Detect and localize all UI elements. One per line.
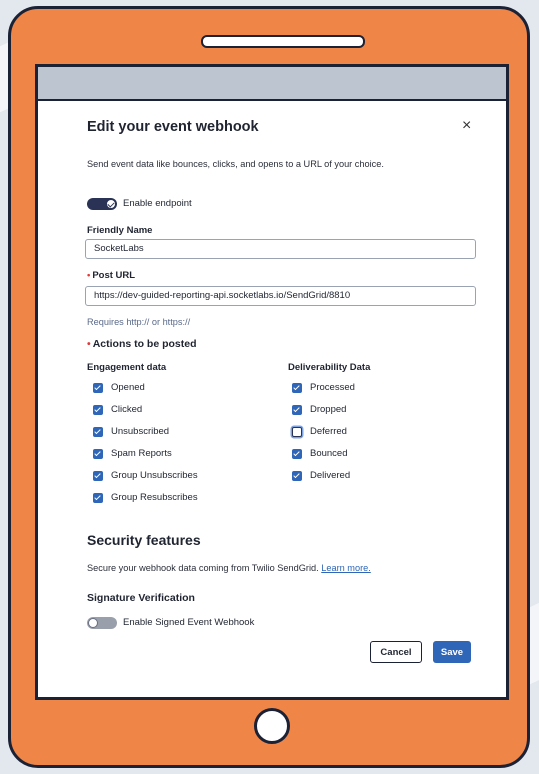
post-url-label-text: Post URL [92,270,136,281]
checkbox-group-resubscribes[interactable]: Group Resubscribes [93,492,198,503]
cancel-button[interactable]: Cancel [370,641,422,663]
deliverability-header: Deliverability Data [288,362,371,373]
signed-webhook-toggle[interactable] [87,617,117,629]
checkbox-checked-icon [93,448,103,459]
enable-endpoint-label: Enable endpoint [123,198,192,209]
required-marker: • [87,338,91,350]
checkbox-label: Processed [310,382,355,393]
friendly-name-input[interactable]: SocketLabs [85,239,476,259]
checkbox-group-unsubscribes[interactable]: Group Unsubscribes [93,470,198,481]
post-url-input[interactable]: https://dev-guided-reporting-api.socketl… [85,286,476,306]
save-button[interactable]: Save [433,641,471,663]
checkbox-checked-icon [93,404,103,415]
checkbox-checked-icon [292,448,302,459]
checkbox-processed[interactable]: Processed [292,382,355,393]
checkbox-unsubscribed[interactable]: Unsubscribed [93,426,169,437]
engagement-header: Engagement data [87,362,167,373]
checkbox-clicked[interactable]: Clicked [93,404,142,415]
check-icon [106,199,116,209]
checkbox-checked-icon [93,470,103,481]
checkbox-dropped[interactable]: Dropped [292,404,346,415]
checkbox-label: Opened [111,382,145,393]
checkbox-delivered[interactable]: Delivered [292,470,350,481]
checkbox-label: Clicked [111,404,143,415]
modal-description: Send event data like bounces, clicks, an… [87,159,384,169]
checkbox-label: Dropped [310,404,347,415]
checkbox-checked-icon [93,492,103,503]
modal-title: Edit your event webhook [87,119,259,135]
checkbox-checked-icon [93,426,103,437]
tablet-speaker [201,35,365,48]
signed-webhook-label: Enable Signed Event Webhook [123,617,255,628]
checkbox-label: Group Resubscribes [111,492,198,503]
friendly-name-label: Friendly Name [87,225,153,236]
checkbox-label: Spam Reports [111,448,172,459]
security-title: Security features [87,532,201,548]
checkbox-spam-reports[interactable]: Spam Reports [93,448,172,459]
checkbox-label: Delivered [310,470,351,481]
home-button[interactable] [254,708,290,744]
checkbox-opened[interactable]: Opened [93,382,145,393]
post-url-helper: Requires http:// or https:// [87,317,191,327]
checkbox-unchecked-icon [292,426,302,437]
checkbox-bounced[interactable]: Bounced [292,448,348,459]
signature-verification-title: Signature Verification [87,592,195,604]
checkbox-checked-icon [292,382,302,393]
checkbox-checked-icon [93,382,103,393]
enable-endpoint-toggle[interactable] [87,198,117,210]
checkbox-label: Bounced [310,448,348,459]
checkbox-label: Deferred [310,426,347,437]
checkbox-checked-icon [292,470,302,481]
security-description: Secure your webhook data coming from Twi… [87,563,371,573]
security-description-text: Secure your webhook data coming from Twi… [87,563,319,573]
post-url-label: • Post URL [87,270,135,281]
required-marker: • [87,270,91,281]
checkbox-label: Group Unsubscribes [111,470,198,481]
actions-label: • Actions to be posted [87,338,197,350]
learn-more-link[interactable]: Learn more. [321,563,371,573]
tablet-screen: Edit your event webhook × Send event dat… [35,64,509,700]
toggle-knob [88,618,98,628]
actions-label-text: Actions to be posted [92,338,197,350]
close-icon[interactable]: × [462,117,471,135]
checkbox-label: Unsubscribed [111,426,170,437]
checkbox-deferred[interactable]: Deferred [292,426,347,437]
screen-top-bar [38,67,506,101]
checkbox-checked-icon [292,404,302,415]
